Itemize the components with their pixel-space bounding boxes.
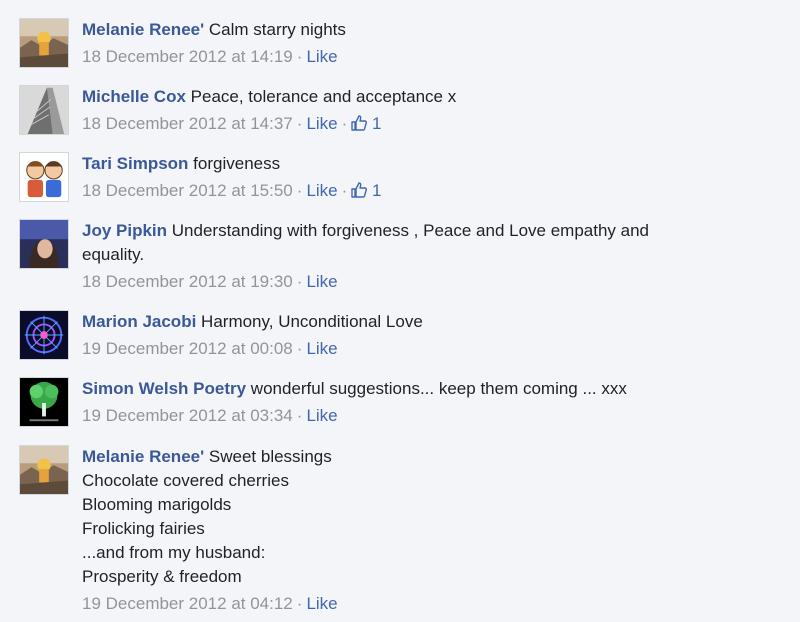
mandala-photo-icon xyxy=(20,311,68,359)
like-button[interactable]: Like xyxy=(306,47,337,66)
comment-text-line: Chocolate covered cherries xyxy=(82,471,289,490)
comment-timestamp[interactable]: 18 December 2012 at 15:50 xyxy=(82,181,293,200)
avatar[interactable] xyxy=(19,445,69,495)
comment-timestamp[interactable]: 18 December 2012 at 14:19 xyxy=(82,47,293,66)
comment-text: Peace, tolerance and acceptance x xyxy=(190,87,457,106)
thumbs-up-icon xyxy=(351,182,368,198)
avatar[interactable] xyxy=(19,219,69,269)
comment-author[interactable]: Melanie Renee' xyxy=(82,20,204,39)
comment-text: wonderful suggestions... keep them comin… xyxy=(250,379,627,398)
avatar[interactable] xyxy=(19,310,69,360)
comment-timestamp[interactable]: 19 December 2012 at 00:08 xyxy=(82,339,293,358)
comment-text-line: Prosperity & freedom xyxy=(82,567,242,586)
like-button[interactable]: Like xyxy=(306,181,337,200)
thumbs-up-icon xyxy=(351,115,368,131)
comment-text: Sweet blessings xyxy=(208,447,332,466)
skyscraper-photo-icon xyxy=(20,86,68,134)
sunset-rocks-photo-icon xyxy=(20,446,68,494)
avatar[interactable] xyxy=(19,377,69,427)
like-button[interactable]: Like xyxy=(306,272,337,291)
comment-author[interactable]: Marion Jacobi xyxy=(82,312,196,331)
comment-text-line: ...and from my husband: xyxy=(82,543,266,562)
comment-author[interactable]: Joy Pipkin xyxy=(82,221,167,240)
comment-timestamp[interactable]: 19 December 2012 at 03:34 xyxy=(82,406,293,425)
like-count-value: 1 xyxy=(372,181,382,200)
comment-text: Understanding with forgiveness , Peace a… xyxy=(171,221,650,240)
comment-timestamp[interactable]: 18 December 2012 at 19:30 xyxy=(82,272,293,291)
comment-author[interactable]: Simon Welsh Poetry xyxy=(82,379,246,398)
glowing-tree-photo-icon xyxy=(20,378,68,426)
portrait-photo-icon xyxy=(20,220,68,268)
sunset-rocks-photo-icon xyxy=(20,19,68,67)
like-button[interactable]: Like xyxy=(306,594,337,613)
comment-text-continued: equality. xyxy=(82,245,145,264)
comment-text-line: Frolicking fairies xyxy=(82,519,205,538)
avatar[interactable] xyxy=(19,85,69,135)
comment-author[interactable]: Tari Simpson xyxy=(82,154,188,173)
comment-text-line: Blooming marigolds xyxy=(82,495,232,514)
comment-text: forgiveness xyxy=(193,154,281,173)
like-button[interactable]: Like xyxy=(306,339,337,358)
like-count[interactable]: 1 xyxy=(351,181,382,200)
comment-author[interactable]: Melanie Renee' xyxy=(82,447,204,466)
avatar[interactable] xyxy=(19,18,69,68)
cartoon-couple-photo-icon xyxy=(20,153,68,201)
comment-text: Calm starry nights xyxy=(208,20,346,39)
like-count-value: 1 xyxy=(372,114,382,133)
comment-feed: Melanie Renee' Calm starry nights 18 Dec… xyxy=(0,0,800,622)
like-button[interactable]: Like xyxy=(306,406,337,425)
comment-timestamp[interactable]: 19 December 2012 at 04:12 xyxy=(82,594,293,613)
like-button[interactable]: Like xyxy=(306,114,337,133)
avatar[interactable] xyxy=(19,152,69,202)
like-count[interactable]: 1 xyxy=(351,114,382,133)
comment-author[interactable]: Michelle Cox xyxy=(82,87,186,106)
comment-timestamp[interactable]: 18 December 2012 at 14:37 xyxy=(82,114,293,133)
comment-text: Harmony, Unconditional Love xyxy=(201,312,423,331)
